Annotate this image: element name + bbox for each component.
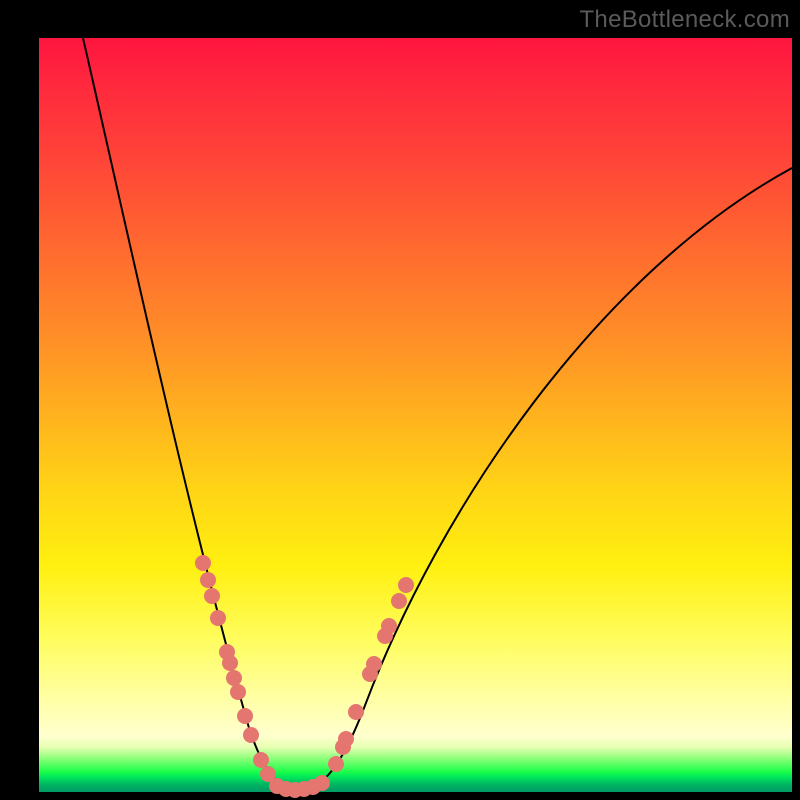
- chart-svg: [39, 38, 792, 792]
- data-dot: [253, 752, 269, 768]
- data-dot: [237, 708, 253, 724]
- data-dot: [398, 577, 414, 593]
- data-dot: [366, 656, 382, 672]
- chart-frame: TheBottleneck.com: [0, 0, 800, 800]
- data-dot: [226, 670, 242, 686]
- data-dot: [200, 572, 216, 588]
- data-dot: [204, 588, 220, 604]
- data-dot: [230, 684, 246, 700]
- data-dot: [328, 756, 344, 772]
- bottleneck-curve: [83, 38, 792, 790]
- data-dot: [314, 775, 330, 791]
- watermark-text: TheBottleneck.com: [579, 6, 790, 34]
- data-dot: [222, 655, 238, 671]
- data-dot: [195, 555, 211, 571]
- plot-area: [39, 38, 792, 792]
- data-dot: [381, 618, 397, 634]
- data-dot: [348, 704, 364, 720]
- data-dot: [210, 610, 226, 626]
- data-dot: [391, 593, 407, 609]
- data-dot: [243, 727, 259, 743]
- data-dot: [338, 731, 354, 747]
